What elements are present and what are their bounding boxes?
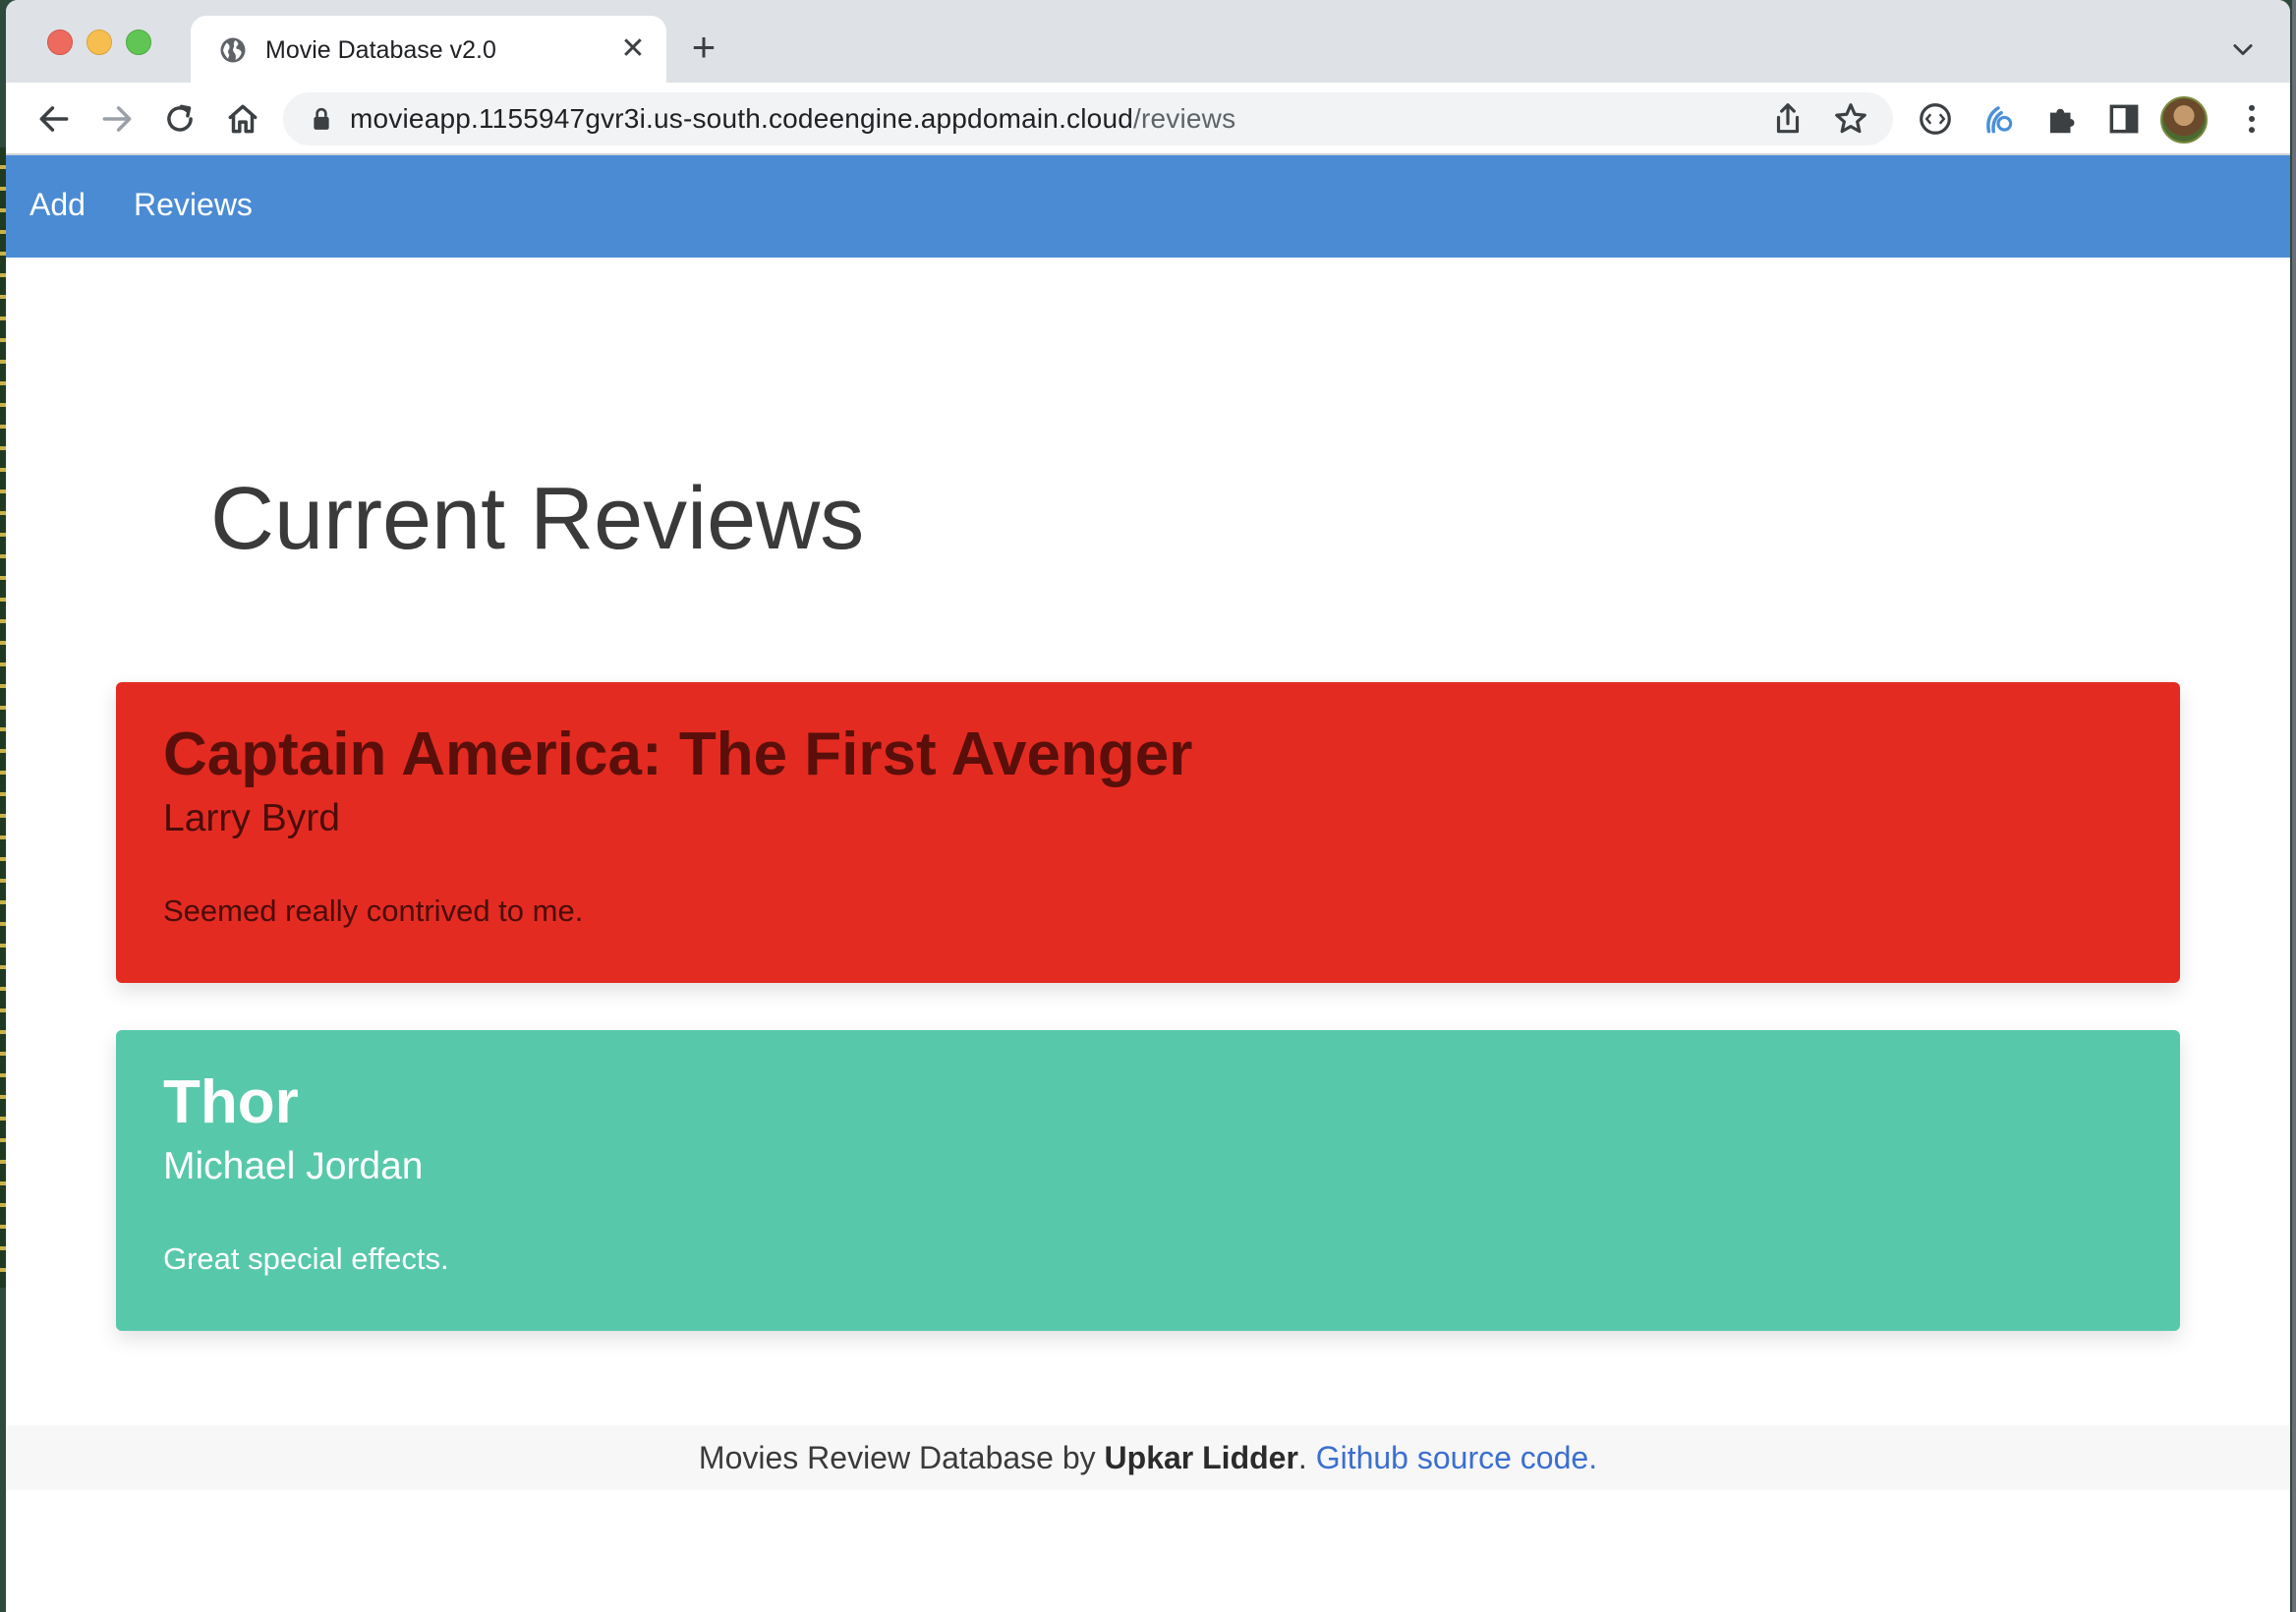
home-icon[interactable] — [224, 100, 261, 138]
share-icon[interactable] — [1769, 100, 1807, 138]
bookmark-star-icon[interactable] — [1832, 100, 1869, 138]
site-footer: Movies Review Database by Upkar Lidder. … — [6, 1425, 2290, 1490]
chevron-down-icon[interactable] — [2229, 35, 2257, 63]
address-bar[interactable]: movieapp.1155947gvr3i.us-south.codeengin… — [283, 92, 1893, 145]
desktop-edge — [2292, 0, 2296, 1612]
globe-icon — [220, 37, 246, 63]
side-panel-icon[interactable] — [2105, 100, 2143, 138]
url-text[interactable]: movieapp.1155947gvr3i.us-south.codeengin… — [350, 102, 1235, 136]
extension-code-icon[interactable] — [1917, 100, 1954, 138]
extension-swirl-icon[interactable] — [1980, 100, 2017, 138]
web-page: Add Reviews Current Reviews Captain Amer… — [6, 155, 2290, 1612]
tab-title: Movie Database v2.0 — [265, 36, 496, 64]
lock-icon[interactable] — [311, 107, 332, 131]
tab-strip: Movie Database v2.0 ✕ + — [6, 0, 2290, 83]
nav-reviews-link[interactable]: Reviews — [134, 185, 253, 224]
review-comment: Great special effects. — [163, 1241, 449, 1276]
review-movie-title: Thor — [163, 1068, 299, 1136]
nav-add-link[interactable]: Add — [29, 185, 86, 224]
extensions-puzzle-icon[interactable] — [2042, 100, 2080, 138]
profile-avatar[interactable] — [2160, 96, 2208, 144]
review-comment: Seemed really contrived to me. — [163, 893, 584, 928]
browser-toolbar: movieapp.1155947gvr3i.us-south.codeengin… — [6, 83, 2290, 155]
window-minimize-button[interactable] — [86, 29, 112, 55]
footer-separator: . — [1297, 1440, 1316, 1475]
close-tab-icon[interactable]: ✕ — [617, 33, 649, 65]
review-reviewer: Michael Jordan — [163, 1145, 424, 1187]
window-close-button[interactable] — [47, 29, 73, 55]
browser-tab[interactable]: Movie Database v2.0 ✕ — [191, 16, 666, 83]
more-menu-icon[interactable] — [2233, 100, 2270, 138]
back-arrow-icon[interactable] — [35, 100, 73, 138]
review-reviewer: Larry Byrd — [163, 797, 340, 839]
review-card: Thor Michael Jordan Great special effect… — [116, 1030, 2180, 1331]
browser-window: Movie Database v2.0 ✕ + movieapp.1155947 — [6, 0, 2290, 1612]
page-title: Current Reviews — [210, 470, 865, 568]
url-host: movieapp.1155947gvr3i.us-south.codeengin… — [350, 103, 1133, 134]
reload-icon[interactable] — [161, 100, 199, 138]
footer-text: Movies Review Database by Upkar Lidder. … — [699, 1439, 1597, 1476]
footer-prefix: Movies Review Database by — [698, 1440, 1105, 1475]
site-navbar: Add Reviews — [6, 155, 2290, 258]
review-card: Captain America: The First Avenger Larry… — [116, 682, 2180, 983]
window-zoom-button[interactable] — [126, 29, 151, 55]
new-tab-button[interactable]: + — [684, 27, 723, 68]
github-source-link[interactable]: Github source code. — [1316, 1440, 1597, 1475]
url-path: /reviews — [1133, 103, 1236, 134]
review-movie-title: Captain America: The First Avenger — [163, 720, 1193, 788]
footer-author: Upkar Lidder — [1104, 1440, 1298, 1475]
forward-arrow-icon[interactable] — [98, 100, 136, 138]
